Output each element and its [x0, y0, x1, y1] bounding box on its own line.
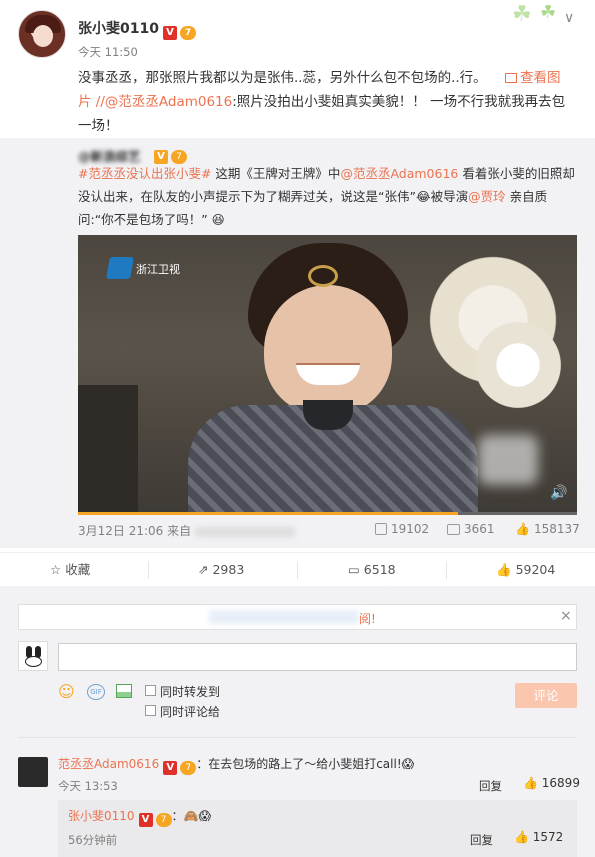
reply-reply-button[interactable]: 回复 — [470, 832, 493, 848]
image-upload-icon[interactable] — [116, 684, 132, 698]
post-text-main: 没事丞丞，那张照片我都以为是张伟..蕊，另外什么包不包场的..行。 — [78, 70, 487, 86]
scream-emoji-icon: 😱 — [401, 757, 415, 771]
repost-checkbox[interactable] — [145, 685, 156, 696]
post-menu-chevron-icon[interactable]: ∨ — [564, 10, 574, 26]
comment-icon — [447, 524, 460, 535]
blurred-notice — [209, 610, 359, 624]
divider — [148, 561, 149, 579]
level-badge: 7 — [180, 761, 197, 775]
verified-badge: V — [138, 813, 153, 827]
repost-checkbox-label: 同时转发到 — [160, 685, 221, 699]
clover-decoration: ☘ — [512, 2, 532, 27]
notice-bar: 阅! × — [18, 604, 577, 630]
view-image-link[interactable]: 查看图 — [504, 70, 560, 86]
emoji-picker-icon[interactable]: ☺ — [58, 682, 75, 701]
divider — [18, 737, 577, 738]
repost-like-count[interactable]: 👍 158137 — [515, 522, 580, 536]
image-icon — [504, 73, 517, 83]
channel-logo-icon — [106, 257, 134, 279]
repost-date: 3月12日 21:06 来自 — [78, 522, 295, 539]
repost-body: #范丞丞没认出张小斐# 这期《王牌对王牌》中@范丞丞Adam0616 看着张小斐… — [78, 166, 575, 227]
comment-checkbox-label: 同时评论给 — [160, 705, 221, 719]
thumbs-up-icon: 👍 — [515, 522, 530, 536]
comment-item: 范丞丞Adam0616 V 7 ：在去包场的路上了～给小斐姐打call!😱 — [58, 755, 414, 775]
repost-comment-count[interactable]: 3661 — [447, 522, 495, 536]
post-timestamp[interactable]: 今天 11:50 — [78, 44, 138, 60]
grin-emoji-icon: 😆 — [211, 212, 225, 227]
blurred-source — [194, 526, 295, 537]
clover-decoration-2: ☘ — [540, 2, 557, 23]
divider — [446, 561, 447, 579]
flower-decor-2 — [458, 305, 577, 425]
mention-jialing[interactable]: @贾玲 — [468, 189, 506, 204]
verified-badge: V — [162, 26, 177, 40]
share-icon: ⇗ — [198, 562, 209, 577]
avatar-face — [33, 25, 53, 47]
thumbs-up-icon: 👍 — [523, 776, 538, 790]
reply-author-name[interactable]: 张小斐0110 — [68, 809, 135, 823]
view-image-link-cont[interactable]: 片 — [78, 94, 92, 110]
post-author[interactable]: 张小斐0110 V 7 — [78, 18, 196, 40]
video-player[interactable]: 浙江卫视 🔊 — [78, 235, 577, 515]
reply-item: 张小斐0110 V 7 ：🙈😱 — [68, 807, 211, 827]
star-icon: ☆ — [50, 562, 62, 577]
mention-fancc-repost[interactable]: @范丞丞Adam0616 — [340, 166, 458, 181]
commenter-avatar[interactable] — [18, 757, 48, 787]
level-badge: 7 — [155, 813, 172, 827]
level-badge: 7 — [179, 26, 196, 40]
share-button[interactable]: ⇗ 2983 — [198, 553, 244, 587]
comment-button[interactable]: ▭ 6518 — [348, 553, 396, 587]
bunny-face — [25, 656, 42, 667]
commenter-name[interactable]: 范丞丞Adam0616 — [58, 757, 159, 771]
notice-text: 阅! — [359, 612, 376, 626]
comment-input[interactable] — [58, 643, 577, 671]
author-name[interactable]: 张小斐0110 — [78, 21, 159, 37]
hashtag-link[interactable]: #范丞丞没认出张小斐# — [78, 166, 211, 181]
current-user-avatar[interactable] — [18, 641, 48, 671]
user-avatar[interactable] — [18, 10, 66, 58]
mention-fancc[interactable]: //@范丞丞Adam0616 — [96, 94, 232, 110]
comment-time: 今天 13:53 — [58, 779, 118, 793]
comment-text: ：在去包场的路上了～给小斐姐打call! — [196, 757, 402, 771]
post-body: 没事丞丞，那张照片我都以为是张伟..蕊，另外什么包不包场的..行。 查看图 片 … — [78, 66, 578, 138]
favorite-button[interactable]: ☆ 收藏 — [50, 553, 90, 587]
gif-icon[interactable]: GIF — [87, 684, 105, 700]
share-icon — [375, 523, 387, 535]
volume-icon[interactable]: 🔊 — [550, 485, 567, 501]
comment-icon: ▭ — [348, 562, 360, 577]
crown-ornament — [308, 265, 338, 287]
comment-like-button[interactable]: 👍 16899 — [523, 776, 580, 790]
reply-emoji-icon: 🙈😱 — [183, 809, 212, 823]
channel-name: 浙江卫视 — [136, 263, 180, 276]
thumbs-up-icon: 👍 — [496, 562, 512, 577]
laugh-emoji-icon: 😂 — [415, 189, 431, 204]
collar — [303, 400, 353, 430]
verified-badge: V — [163, 761, 178, 775]
reply-like-button[interactable]: 👍 1572 — [514, 830, 563, 844]
reply-time: 56分钟前 — [68, 833, 118, 847]
like-button[interactable]: 👍 59204 — [496, 553, 555, 587]
comment-reply-button[interactable]: 回复 — [479, 778, 502, 794]
thumbs-up-icon: 👍 — [514, 830, 529, 844]
chair-left — [78, 385, 138, 515]
repost-share-count[interactable]: 19102 — [375, 522, 429, 536]
divider — [297, 561, 298, 579]
notice-close-icon[interactable]: × — [560, 608, 572, 624]
face — [264, 285, 392, 415]
reply-text: ： — [171, 809, 184, 823]
video-progress-fill — [78, 512, 458, 515]
comment-checkbox[interactable] — [145, 705, 156, 716]
action-bar: ☆ 收藏 ⇗ 2983 ▭ 6518 👍 59204 — [0, 552, 595, 591]
blurred-watermark — [478, 435, 538, 485]
submit-comment-button[interactable]: 评论 — [515, 683, 577, 708]
